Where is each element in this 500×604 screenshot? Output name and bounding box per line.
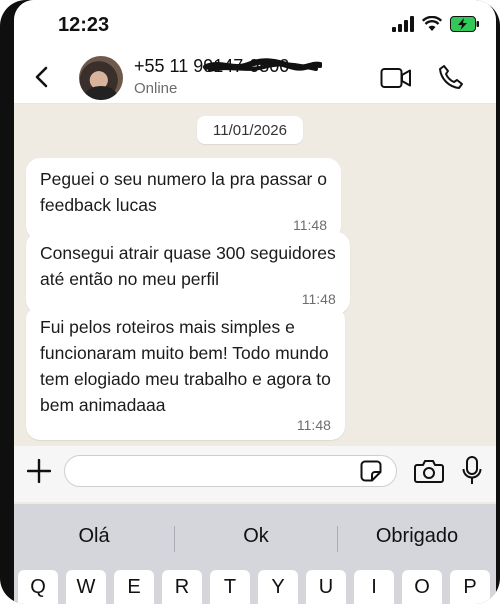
chat-area: 11/01/2026 Peguei o seu numero la pra pa… (14, 104, 496, 444)
sticker-icon[interactable] (360, 460, 382, 482)
composer-bar (14, 446, 496, 502)
message-bubble[interactable]: Fui pelos roteiros mais simples e funcio… (26, 306, 345, 440)
signal-icon (392, 16, 414, 32)
video-call-icon[interactable] (380, 66, 412, 90)
suggestion-item[interactable]: Olá (14, 504, 174, 568)
wifi-icon (422, 16, 442, 31)
message-text: Fui pelos roteiros mais simples e funcio… (40, 317, 331, 415)
suggestion-item[interactable]: Ok (175, 504, 337, 568)
message-input[interactable] (64, 455, 397, 487)
message-text: Peguei o seu numero la pra passar o feed… (40, 169, 327, 215)
key[interactable]: Y (258, 570, 298, 604)
presence-status: Online (134, 80, 178, 97)
phone-frame: 12:23 +55 11 99147-0500 Online 11/01/202… (0, 0, 500, 604)
key[interactable]: E (114, 570, 154, 604)
message-bubble[interactable]: Consegui atrair quase 300 seguidores até… (26, 232, 350, 314)
camera-icon[interactable] (414, 458, 444, 484)
status-bar: 12:23 (14, 0, 496, 54)
chat-header: +55 11 99147-0500 Online (14, 54, 496, 104)
message-text: Consegui atrair quase 300 seguidores até… (40, 243, 336, 289)
back-arrow-icon (35, 66, 48, 88)
message-time: 11:48 (292, 217, 327, 233)
message-bubble[interactable]: Peguei o seu numero la pra passar o feed… (26, 158, 341, 240)
date-separator: 11/01/2026 (197, 116, 303, 144)
message-time: 11:48 (301, 291, 336, 307)
key[interactable]: W (66, 570, 106, 604)
back-button[interactable] (26, 62, 56, 92)
key[interactable]: U (306, 570, 346, 604)
redaction-scribble (203, 58, 322, 72)
status-icons (392, 16, 480, 32)
microphone-icon[interactable] (462, 456, 482, 486)
key[interactable]: P (450, 570, 490, 604)
status-time: 12:23 (58, 14, 110, 36)
key[interactable]: R (162, 570, 202, 604)
message-time: 11:48 (296, 417, 331, 433)
plus-icon (27, 459, 51, 483)
keyboard-suggestions: Olá Ok Obrigado (14, 504, 496, 568)
key[interactable]: Q (18, 570, 58, 604)
attach-button[interactable] (24, 456, 54, 486)
battery-charging-icon (450, 16, 479, 32)
key[interactable]: O (402, 570, 442, 604)
phone-icon[interactable] (438, 64, 464, 90)
keyboard: Q W E R T Y U I O P (14, 568, 496, 604)
suggestion-item[interactable]: Obrigado (338, 504, 496, 568)
key[interactable]: I (354, 570, 394, 604)
avatar[interactable] (79, 56, 123, 100)
screen: 12:23 +55 11 99147-0500 Online 11/01/202… (14, 0, 496, 604)
key[interactable]: T (210, 570, 250, 604)
